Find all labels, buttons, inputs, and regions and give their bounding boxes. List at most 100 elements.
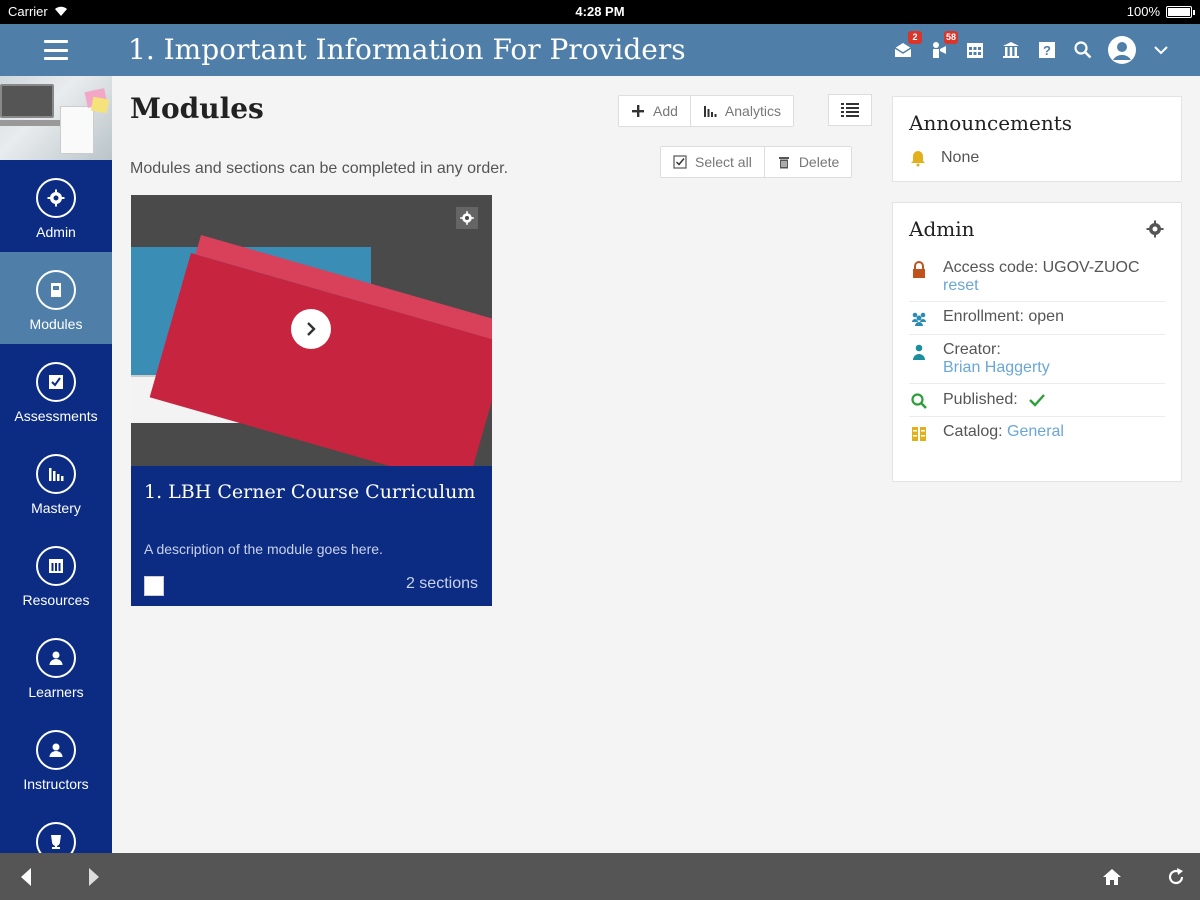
person-icon	[36, 638, 76, 678]
module-cover-image	[131, 195, 492, 466]
announcements-title: Announcements	[909, 111, 1073, 135]
module-card[interactable]: 1. LBH Cerner Course Curriculum A descri…	[131, 195, 492, 606]
add-button[interactable]: Add	[619, 96, 691, 126]
module-toolbar: Add Analytics	[618, 95, 794, 127]
enrollment-row: Enrollment: open	[909, 302, 1165, 335]
app-header: 1. Important Information For Providers 2…	[0, 24, 1200, 76]
search-icon[interactable]	[1072, 39, 1094, 61]
help-icon[interactable]: ?	[1036, 39, 1058, 61]
module-description: A description of the module goes here.	[144, 541, 383, 557]
announcements-value: None	[941, 149, 980, 166]
catalog-link[interactable]: General	[1007, 423, 1064, 440]
delete-button[interactable]: Delete	[764, 147, 852, 177]
trophy-icon	[36, 822, 76, 853]
enrollment-text: Enrollment: open	[943, 308, 1064, 325]
module-settings-icon[interactable]	[456, 207, 478, 229]
person-icon	[913, 344, 925, 360]
bell-icon	[911, 151, 925, 167]
selection-toolbar: Select all Delete	[660, 146, 853, 178]
creator-row: Creator: Brian Haggerty	[909, 335, 1165, 384]
notifications-icon[interactable]: 58	[928, 31, 958, 61]
battery-percent: 100%	[1126, 4, 1160, 19]
sidebar-item-label: Assessments	[14, 408, 98, 424]
admin-details: Access code: UGOV-ZUOC reset Enrollment:…	[909, 253, 1165, 449]
chevron-right-icon	[307, 322, 316, 336]
course-title: 1. Important Information For Providers	[128, 33, 686, 66]
sidebar-item-label: Admin	[36, 224, 76, 240]
module-section-count: 2 sections	[405, 575, 478, 592]
list-view-button[interactable]	[828, 94, 872, 126]
calendar-grid-icon[interactable]	[964, 39, 986, 61]
sidebar-item-label: Modules	[29, 316, 83, 332]
admin-title: Admin	[909, 217, 975, 241]
analytics-button[interactable]: Analytics	[690, 96, 793, 126]
catalog-row: Catalog: General	[909, 417, 1165, 449]
reset-link[interactable]: reset	[943, 277, 1140, 295]
home-icon[interactable]	[1100, 865, 1124, 889]
chevron-down-icon[interactable]	[1150, 39, 1172, 61]
delete-label: Delete	[798, 154, 840, 170]
person-icon	[36, 730, 76, 770]
announcements-row: None	[909, 149, 979, 167]
sidebar-item-assessments[interactable]: Assessments	[0, 344, 112, 436]
clock: 4:28 PM	[575, 4, 625, 19]
group-icon	[912, 312, 926, 326]
page-title: Modules	[130, 92, 264, 125]
modules-instructions: Modules and sections can be completed in…	[130, 160, 509, 177]
add-label: Add	[653, 103, 678, 119]
main-content: Modules Add Analytics Modules and sectio…	[112, 76, 1200, 853]
sidebar: Admin Modules Assessments Mastery Resour…	[0, 76, 112, 853]
messages-icon[interactable]: 2	[892, 31, 922, 61]
sidebar-item-label: Instructors	[23, 776, 89, 792]
module-title: 1. LBH Cerner Course Curriculum	[144, 481, 476, 503]
module-select-checkbox[interactable]	[144, 576, 164, 596]
analytics-label: Analytics	[724, 103, 781, 119]
sidebar-item-label: Learners	[28, 684, 84, 700]
creator-link[interactable]: Brian Haggerty	[943, 359, 1050, 377]
status-bar: Carrier 4:28 PM 100%	[0, 0, 1200, 24]
checkbox-icon	[36, 362, 76, 402]
menu-icon[interactable]	[44, 40, 68, 60]
browser-bottom-bar	[0, 853, 1200, 900]
access-code-row: Access code: UGOV-ZUOC reset	[909, 253, 1165, 302]
trash-icon	[778, 157, 789, 169]
sidebar-item-resources[interactable]: Resources	[0, 528, 112, 620]
announcements-panel: Announcements None	[892, 96, 1182, 182]
sidebar-item-admin[interactable]: Admin	[0, 160, 112, 252]
battery-icon	[1166, 5, 1195, 18]
published-label: Published:	[943, 391, 1018, 408]
catalog-icon	[912, 427, 926, 441]
plus-icon	[632, 105, 644, 117]
select-all-button[interactable]: Select all	[661, 147, 765, 177]
document-icon	[36, 270, 76, 310]
sidebar-item-label: Resources	[22, 592, 90, 608]
user-avatar[interactable]	[1108, 36, 1136, 64]
checkbox-icon	[673, 155, 687, 169]
sidebar-item-awards[interactable]	[0, 804, 112, 853]
sidebar-item-mastery[interactable]: Mastery	[0, 436, 112, 528]
library-icon[interactable]	[1000, 39, 1022, 61]
header-toolbar: 2 58 ?	[892, 31, 1172, 66]
sidebar-item-modules[interactable]: Modules	[0, 252, 112, 344]
notifications-badge: 58	[943, 31, 958, 44]
check-icon	[1028, 394, 1045, 407]
forward-icon[interactable]	[82, 865, 106, 889]
creator-label: Creator:	[943, 341, 1001, 358]
admin-settings-icon[interactable]	[1145, 219, 1165, 239]
refresh-icon[interactable]	[1164, 865, 1188, 889]
open-module-button[interactable]	[291, 309, 331, 349]
sidebar-item-learners[interactable]: Learners	[0, 620, 112, 712]
back-icon[interactable]	[14, 865, 38, 889]
bar-chart-icon	[703, 106, 717, 117]
svg-text:?: ?	[1043, 43, 1051, 58]
admin-panel: Admin Access code: UGOV-ZUOC reset Enrol…	[892, 202, 1182, 482]
search-icon	[911, 393, 927, 409]
battery-info: 100%	[1126, 4, 1195, 19]
course-banner-image	[0, 76, 112, 160]
catalog-label: Catalog:	[943, 423, 1003, 440]
select-all-label: Select all	[695, 154, 752, 170]
list-icon	[841, 103, 859, 117]
sidebar-item-instructors[interactable]: Instructors	[0, 712, 112, 804]
gear-icon	[36, 178, 76, 218]
messages-badge: 2	[908, 31, 922, 44]
